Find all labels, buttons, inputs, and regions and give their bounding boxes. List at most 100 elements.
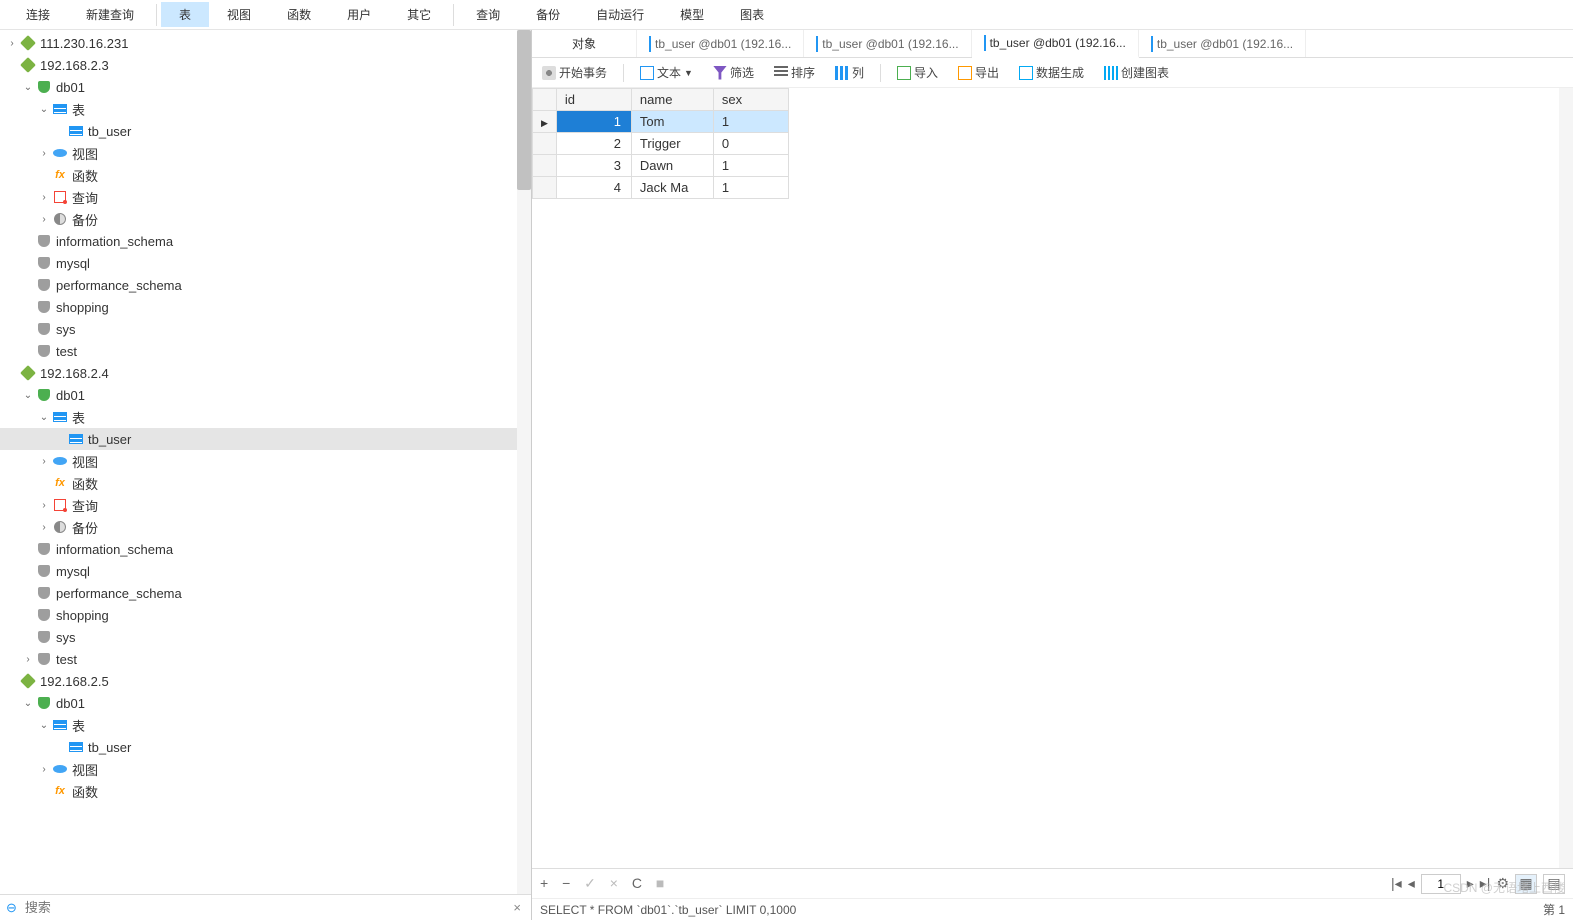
generate-data-button[interactable]: 数据生成 [1015,62,1088,83]
create-chart-button[interactable]: 创建图表 [1100,62,1173,83]
tree-item[interactable]: test [0,340,531,362]
tree-item[interactable]: 192.168.2.3 [0,54,531,76]
tree-item[interactable]: ›视图 [0,450,531,472]
tree-item[interactable]: shopping [0,296,531,318]
filter-button[interactable]: 筛选 [709,62,758,83]
tree-item[interactable]: ›111.230.16.231 [0,32,531,54]
tree-item[interactable]: ›视图 [0,758,531,780]
cell-id[interactable]: 2 [556,133,631,155]
tree-item[interactable]: ›备份 [0,516,531,538]
row-indicator[interactable] [533,177,557,199]
chart-button[interactable]: 图表 [722,2,782,27]
cell-id[interactable]: 1 [556,111,631,133]
tree-item[interactable]: information_schema [0,538,531,560]
cell-name[interactable]: Tom [631,111,713,133]
tree-item[interactable]: performance_schema [0,274,531,296]
expand-arrow-icon[interactable]: ⌄ [36,104,52,115]
tree-item[interactable]: information_schema [0,230,531,252]
table-row[interactable]: 4Jack Ma1 [533,177,789,199]
expand-arrow-icon[interactable]: › [36,456,52,467]
expand-arrow-icon[interactable]: › [36,148,52,159]
data-grid[interactable]: id name sex ▶1Tom12Trigger03Dawn14Jack M… [532,88,789,199]
tree-item[interactable]: tb_user [0,428,531,450]
expand-arrow-icon[interactable]: › [36,500,52,511]
function-button[interactable]: 函数 [269,2,329,27]
tree-item[interactable]: mysql [0,252,531,274]
close-icon[interactable]: × [509,900,525,915]
cell-name[interactable]: Trigger [631,133,713,155]
row-indicator[interactable] [533,133,557,155]
tree-item[interactable]: ⌄db01 [0,384,531,406]
commit-button[interactable]: ✓ [584,875,596,891]
other-button[interactable]: 其它 [389,2,449,27]
text-button[interactable]: 文本▼ [636,62,697,83]
table-button[interactable]: 表 [161,2,209,27]
row-indicator[interactable]: ▶ [533,111,557,133]
view-button[interactable]: 视图 [209,2,269,27]
cell-sex[interactable]: 1 [713,155,788,177]
tab-tb-user-3[interactable]: tb_user @db01 (192.16... [972,30,1139,58]
tree-item[interactable]: fx函数 [0,780,531,802]
expand-arrow-icon[interactable]: ⌄ [20,390,36,401]
new-query-button[interactable]: 新建查询 [68,2,152,27]
tree-item[interactable]: performance_schema [0,582,531,604]
export-button[interactable]: 导出 [954,62,1003,83]
expand-arrow-icon[interactable]: ⌄ [36,720,52,731]
grid-area[interactable]: id name sex ▶1Tom12Trigger03Dawn14Jack M… [532,88,1573,868]
expand-arrow-icon[interactable]: ⌄ [36,412,52,423]
expand-arrow-icon[interactable]: › [20,654,36,665]
expand-arrow-icon[interactable]: › [4,38,20,49]
model-button[interactable]: 模型 [662,2,722,27]
stop-button[interactable]: ■ [656,875,664,891]
tree-item[interactable]: 192.168.2.5 [0,670,531,692]
expand-arrow-icon[interactable]: › [36,192,52,203]
cell-name[interactable]: Jack Ma [631,177,713,199]
tree-item[interactable]: mysql [0,560,531,582]
columns-button[interactable]: 列 [831,62,868,83]
remove-row-button[interactable]: − [562,875,570,891]
tree-item[interactable]: fx函数 [0,164,531,186]
tree-item[interactable]: fx函数 [0,472,531,494]
tree-item[interactable]: shopping [0,604,531,626]
cell-id[interactable]: 4 [556,177,631,199]
tab-tb-user-1[interactable]: tb_user @db01 (192.16... [637,30,804,57]
refresh-button[interactable]: C [632,875,642,891]
cell-name[interactable]: Dawn [631,155,713,177]
tree-item[interactable]: ⌄db01 [0,692,531,714]
tree-item[interactable]: 192.168.2.4 [0,362,531,384]
first-page-button[interactable]: |◂ [1391,875,1402,892]
tree-item[interactable]: tb_user [0,736,531,758]
db-tree[interactable]: ›111.230.16.231192.168.2.3⌄db01⌄表tb_user… [0,30,531,894]
table-row[interactable]: 3Dawn1 [533,155,789,177]
tree-item[interactable]: ⌄表 [0,714,531,736]
table-row[interactable]: 2Trigger0 [533,133,789,155]
row-header-col[interactable] [533,89,557,111]
user-button[interactable]: 用户 [329,2,389,27]
tree-item[interactable]: tb_user [0,120,531,142]
backup-button[interactable]: 备份 [518,2,578,27]
tab-tb-user-2[interactable]: tb_user @db01 (192.16... [804,30,971,57]
col-header-name[interactable]: name [631,89,713,111]
col-header-sex[interactable]: sex [713,89,788,111]
query-button[interactable]: 查询 [458,2,518,27]
tab-tb-user-4[interactable]: tb_user @db01 (192.16... [1139,30,1306,57]
auto-run-button[interactable]: 自动运行 [578,2,662,27]
tab-object[interactable]: 对象 [532,30,637,57]
content-scrollbar[interactable] [1559,88,1573,868]
tree-item[interactable]: ⌄db01 [0,76,531,98]
sort-button[interactable]: 排序 [770,62,819,83]
col-header-id[interactable]: id [556,89,631,111]
table-row[interactable]: ▶1Tom1 [533,111,789,133]
cell-sex[interactable]: 0 [713,133,788,155]
tree-item[interactable]: ›查询 [0,494,531,516]
tree-item[interactable]: ›视图 [0,142,531,164]
add-row-button[interactable]: + [540,875,548,891]
tree-item[interactable]: ⌄表 [0,406,531,428]
cell-sex[interactable]: 1 [713,177,788,199]
tree-item[interactable]: ›查询 [0,186,531,208]
tree-item[interactable]: ›备份 [0,208,531,230]
expand-arrow-icon[interactable]: › [36,214,52,225]
tree-item[interactable]: sys [0,318,531,340]
expand-arrow-icon[interactable]: › [36,764,52,775]
expand-arrow-icon[interactable]: › [36,522,52,533]
